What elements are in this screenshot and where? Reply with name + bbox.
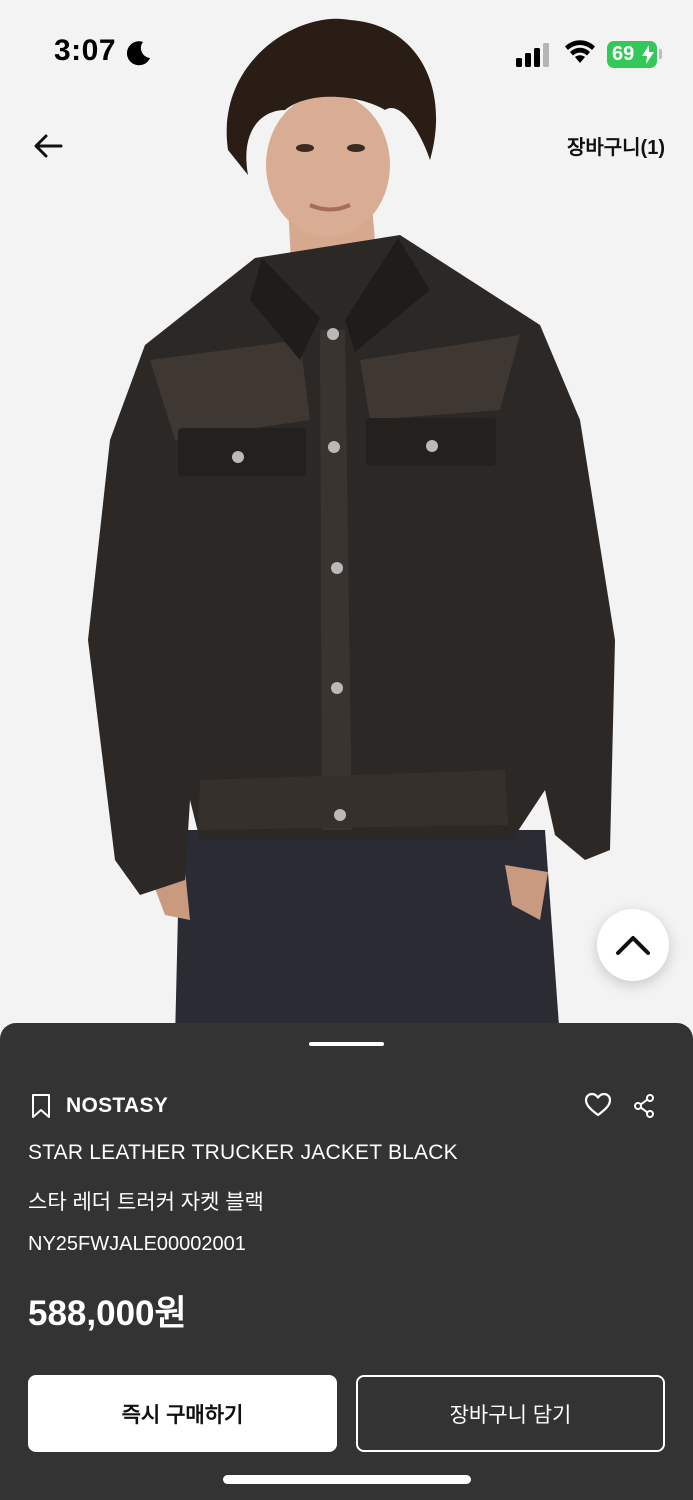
cart-link[interactable]: 장바구니(1) xyxy=(567,131,665,160)
battery-indicator: 69 xyxy=(607,41,657,68)
battery-cap xyxy=(659,49,662,59)
wifi-icon xyxy=(565,40,595,63)
charging-bolt-icon xyxy=(642,45,654,64)
add-to-cart-button[interactable]: 장바구니 담기 xyxy=(356,1375,665,1452)
cellular-signal-icon xyxy=(516,43,549,67)
back-button[interactable] xyxy=(28,126,68,166)
product-name-english: STAR LEATHER TRUCKER JACKET BLACK xyxy=(28,1141,458,1164)
heart-icon[interactable] xyxy=(584,1092,612,1118)
share-icon[interactable] xyxy=(633,1094,655,1118)
battery-level: 69 xyxy=(612,43,635,65)
buy-now-button[interactable]: 즉시 구매하기 xyxy=(28,1375,337,1452)
brand-row: NOSTASY xyxy=(30,1092,168,1120)
status-bar: 3:07 69 xyxy=(0,0,693,100)
product-name-korean: 스타 레더 트러커 자켓 블랙 xyxy=(28,1191,264,1214)
product-info-sheet: NOSTASY STAR LEATHER TRUCKER JACKET BLAC… xyxy=(0,1023,693,1500)
scroll-to-top-button[interactable] xyxy=(597,909,669,981)
moon-icon xyxy=(126,41,150,66)
chevron-up-icon xyxy=(616,936,650,955)
arrow-left-icon xyxy=(34,134,63,158)
home-indicator xyxy=(223,1475,471,1484)
product-price: 588,000원 xyxy=(28,1294,187,1333)
bookmark-icon[interactable] xyxy=(30,1093,52,1119)
brand-name[interactable]: NOSTASY xyxy=(66,1094,168,1118)
sheet-drag-handle[interactable] xyxy=(309,1042,384,1046)
product-code: NY25FWJALE00002001 xyxy=(28,1233,246,1255)
status-time: 3:07 xyxy=(54,34,117,67)
